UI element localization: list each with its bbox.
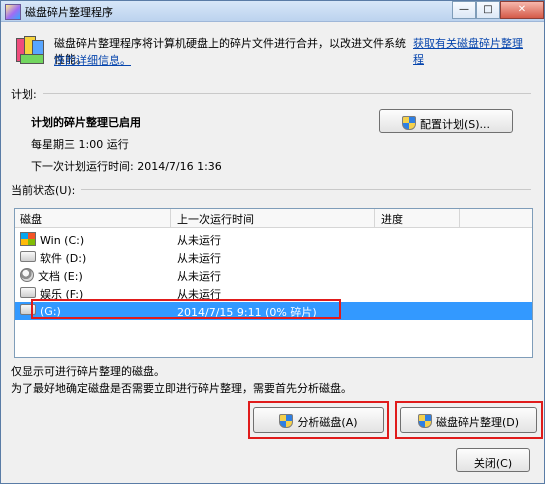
title-bar[interactable]: 磁盘碎片整理程序 — □ ✕ [1,1,544,22]
disk-last-run: 从未运行 [177,270,221,283]
dialog-content: 磁盘碎片整理程序将计算机硬盘上的碎片文件进行合并，以改进文件系统性能。 获取有关… [1,22,544,483]
minimize-button[interactable]: — [452,1,476,19]
note-line-2: 为了最好地确定磁盘是否需要立即进行碎片整理，需要首先分析磁盘。 [11,382,352,395]
help-link[interactable]: 获取有关磁盘碎片整理程 [413,36,533,68]
schedule-section: 计划: [11,86,531,102]
disk-list-header: 磁盘 上一次运行时间 进度 [15,209,532,228]
column-progress[interactable]: 进度 [381,211,403,227]
note-line-1: 仅显示可进行碎片整理的磁盘。 [11,365,165,378]
maximize-button[interactable]: □ [476,1,500,19]
defragment-disk-label: 磁盘碎片整理(D) [435,416,520,429]
defragment-disk-button[interactable]: 磁盘碎片整理(D) [400,407,537,433]
selected-disk-highlight [31,299,341,319]
schedule-run-time: 每星期三 1:00 运行 [31,138,129,151]
defragmenter-window: 磁盘碎片整理程序 — □ ✕ 磁盘碎片整理程序将计算机硬盘上的碎片文件进行合并，… [0,0,545,484]
status-section: 当前状态(U): [11,182,531,198]
shield-icon [401,116,416,130]
status-separator [11,189,531,190]
windows-drive-icon [20,232,36,246]
document-drive-icon [20,268,34,282]
configure-schedule-button[interactable]: 配置计划(S)... [379,109,513,133]
shield-icon [279,414,294,428]
defragmenter-icon [5,4,21,20]
help-link-continuation[interactable]: 序的详细信息。 [54,52,131,68]
disk-row-e[interactable]: 文档 (E:) 从未运行 [15,266,532,284]
drive-icon [20,287,36,298]
close-window-button[interactable]: ✕ [500,1,544,19]
disk-name: 软件 (D:) [40,252,87,265]
configure-schedule-label: 配置计划(S)... [419,118,491,131]
schedule-status: 计划的碎片整理已启用 [31,116,141,129]
disk-last-run: 从未运行 [177,252,221,265]
schedule-section-label: 计划: [11,86,43,102]
window-title: 磁盘碎片整理程序 [25,6,113,19]
disk-name: 文档 (E:) [38,270,83,283]
schedule-separator [11,93,531,94]
drive-icon [20,251,36,262]
close-button-label: 关闭(C) [473,457,513,470]
column-last-run[interactable]: 上一次运行时间 [177,211,254,227]
disk-list[interactable]: 磁盘 上一次运行时间 进度 Win (C:) 从未运行 软件 (D:) 从未运行… [14,208,533,358]
analyze-disk-button[interactable]: 分析磁盘(A) [253,407,384,433]
schedule-next-run: 下一次计划运行时间: 2014/7/16 1:36 [31,160,222,173]
analyze-disk-label: 分析磁盘(A) [297,416,358,429]
status-section-label: 当前状态(U): [11,182,82,198]
shield-icon [417,414,432,428]
disk-row-d[interactable]: 软件 (D:) 从未运行 [15,248,532,266]
disk-row-c[interactable]: Win (C:) 从未运行 [15,230,532,248]
close-button[interactable]: 关闭(C) [456,448,530,472]
disk-last-run: 从未运行 [177,234,221,247]
disk-name: Win (C:) [40,234,85,247]
column-disk[interactable]: 磁盘 [20,211,42,227]
defragmenter-logo-icon [16,36,44,64]
